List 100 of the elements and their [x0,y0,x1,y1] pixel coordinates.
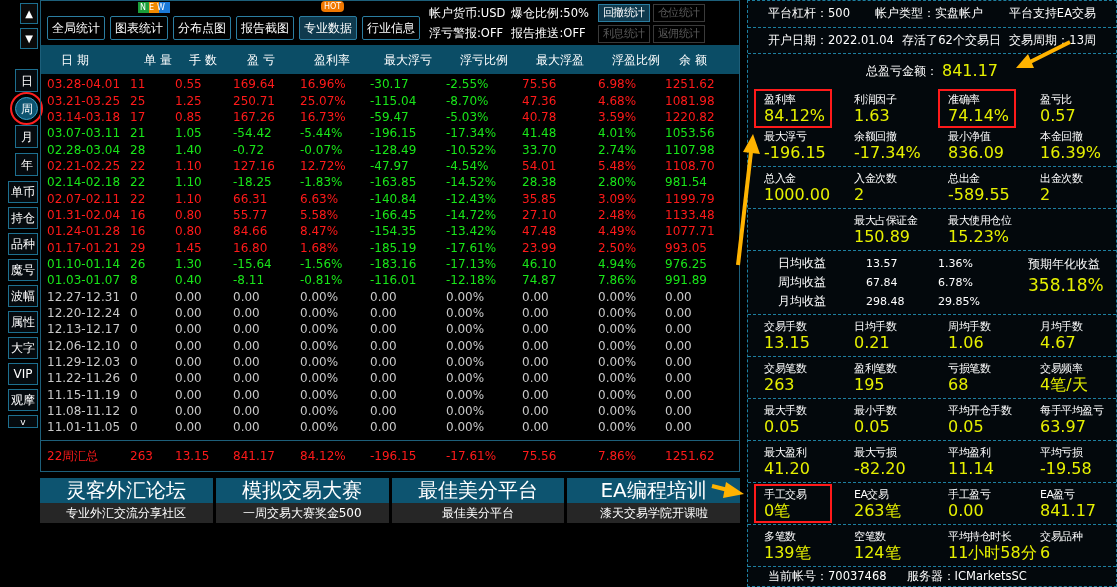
table-cell-text: 0.00% [446,321,486,338]
side-button[interactable]: 单币 [8,181,38,203]
table-cell-text: 0.00% [446,419,486,436]
table-cell-text: -15.64 [233,255,273,272]
table-cell-text: 0.00 [175,288,203,305]
table-cell-text: 0.00 [522,321,550,338]
toolbar-button[interactable]: 报告截图 [236,15,294,40]
table-cell-text: 0.00% [300,321,340,338]
table-cell-text: 0.00 [370,337,398,354]
table-cell-text: 01.24-01.28 [47,223,122,240]
average-value: 29.85% [938,294,981,311]
stat-label: 最大占保证金 [854,213,917,229]
table-cell-text: -12.18% [446,272,498,289]
table-cell-text: -128.49 [370,141,418,158]
table-cell-text: 02.21-02.25 [47,157,122,174]
side-button[interactable]: VIP [8,363,38,385]
period-tab[interactable]: 月 [15,125,38,148]
table-cell-text: 16 [130,206,147,223]
summary-cell-text: 1251.62 [665,447,716,465]
banner-subtitle: 专业外汇交流分享社区 [40,502,213,523]
column-header: 浮亏比例 [460,51,509,69]
promo-banner[interactable]: 最佳美分平台 最佳美分平台 [391,477,565,523]
table-cell-text: 11 [130,76,147,93]
scroll-button[interactable]: ▼ [20,28,38,49]
stat-label: 入金次数 [854,171,896,187]
stat-value: 0.57 [1040,107,1077,126]
table-cell-text: 0.00 [233,403,261,420]
account-detail: 平台杠杆：500 [768,5,850,23]
table-cell-text: 11.08-11.12 [47,403,122,420]
summary-cell-text: 75.56 [522,447,558,465]
stat-value: 15.23% [948,228,1010,247]
side-button[interactable]: 波幅 [8,285,38,307]
table-cell-text: 167.26 [233,108,276,125]
table-cell-text: 2.74% [598,141,638,158]
summary-cell-text: 263 [130,447,154,465]
table-cell-text: -17.61% [446,239,498,256]
table-cell-text: 0.80 [175,206,203,223]
table-cell-text: 0 [130,354,139,370]
average-value: 6.78% [938,275,974,292]
table-cell-text: -54.42 [233,125,273,142]
stat-value: 139笔 [764,544,812,563]
side-button[interactable]: 品种 [8,233,38,255]
side-button[interactable]: v [8,415,38,428]
table-cell-text: 1077.71 [665,223,716,240]
side-button[interactable]: 魔号 [8,259,38,281]
period-tab[interactable]: 年 [15,153,38,176]
stat-value: 4笔/天 [1040,376,1089,395]
table-cell-text: 2.48% [598,206,638,223]
summary-cell-text: -17.61% [446,447,498,465]
table-cell-text: 0.00 [370,386,398,403]
stat-value: 0.21 [854,334,891,353]
table-cell-text: 0.00% [300,288,340,305]
table-cell-text: 0.00 [370,288,398,305]
promo-banner[interactable]: 灵客外汇论坛 专业外汇交流分享社区 [40,477,213,523]
table-cell-text: 0.00% [300,337,340,354]
table-cell-text: 0.00 [665,288,693,305]
table-cell-text: 0.00 [665,305,693,321]
side-button[interactable]: 大字 [8,337,38,359]
table-cell-text: 33.70 [522,141,558,158]
table-cell-text: 55.77 [233,206,269,223]
banner-title: 灵客外汇论坛 [40,477,213,503]
stat-value: 0.00 [948,502,985,521]
stat-value: 41.20 [764,460,811,479]
table-cell-text: 66.31 [233,190,269,207]
side-button[interactable]: 持仓 [8,207,38,229]
promo-banner[interactable]: EA编程培训 漆天交易学院开课啦 [567,477,740,523]
stat-value: 263 [764,376,796,395]
stats-button[interactable]: 回撤统计 [597,3,650,22]
table-cell-text: -2.55% [446,76,490,93]
table-cell-text: -30.17 [370,76,410,93]
summary-cell-text: 13.15 [175,447,211,465]
table-cell-text: -59.47 [370,108,410,125]
scroll-button[interactable]: ▲ [20,3,38,24]
toolbar-button[interactable]: 全局统计 [47,15,105,40]
table-cell-text: 2.80% [598,174,638,191]
table-cell-text: 8 [130,272,139,289]
toolbar-button[interactable]: 分布点图 [173,15,231,40]
table-cell-text: 16 [130,223,147,240]
expected-value: 358.18% [1028,274,1104,298]
table-cell-text: 5.58% [300,206,340,223]
side-button[interactable]: 观摩 [8,389,38,411]
toolbar-button[interactable]: 图表统计 [110,15,168,40]
table-cell-text: 6.63% [300,190,340,207]
table-cell-text: 28 [130,141,147,158]
promo-banner[interactable]: 模拟交易大赛 一周交易大赛奖金500 [215,477,389,523]
stat-value: 2 [1040,186,1052,205]
side-button[interactable]: 属性 [8,311,38,333]
table-cell-text: 25 [130,92,147,109]
account-info: 帐户货币:USD [429,5,506,22]
account-detail: 平台支持EA交易 [1008,5,1096,23]
table-cell-text: 0.00 [522,403,550,420]
average-label: 月均收益 [778,293,827,311]
toolbar-button[interactable]: 行业信息 [362,15,420,40]
average-label: 周均收益 [778,274,827,292]
table-cell-text: -8.70% [446,92,490,109]
toolbar-button[interactable]: 专业数据 [299,15,357,40]
stat-value: -196.15 [764,144,827,163]
table-cell-text: 12.06-12.10 [47,337,122,354]
period-tab[interactable]: 日 [15,69,38,92]
table-cell-text: 0.00% [598,386,638,403]
